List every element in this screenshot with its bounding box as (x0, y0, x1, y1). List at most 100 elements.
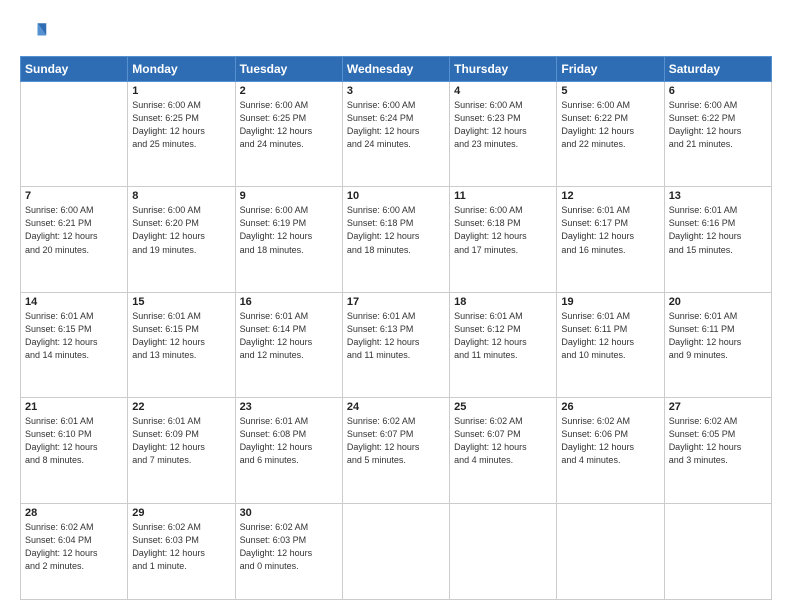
cell-details: Sunrise: 6:02 AMSunset: 6:07 PMDaylight:… (454, 415, 552, 467)
calendar-cell: 6 Sunrise: 6:00 AMSunset: 6:22 PMDaylight… (664, 82, 771, 187)
cell-details: Sunrise: 6:00 AMSunset: 6:21 PMDaylight:… (25, 204, 123, 256)
calendar-cell: 3Sunrise: 6:00 AMSunset: 6:24 PMDaylight… (342, 82, 449, 187)
cell-details: Sunrise: 6:01 AMSunset: 6:15 PMDaylight:… (132, 310, 230, 362)
weekday-header-tuesday: Tuesday (235, 57, 342, 82)
cell-details: Sunrise: 6:01 AMSunset: 6:11 PMDaylight:… (669, 310, 767, 362)
day-number: 22 (132, 401, 230, 413)
day-number: 17 (347, 296, 445, 308)
day-number: 21 (25, 401, 123, 413)
weekday-header-saturday: Saturday (664, 57, 771, 82)
day-number: 18 (454, 296, 552, 308)
calendar-cell: 29 Sunrise: 6:02 AMSunset: 6:03 PMDayligh… (128, 503, 235, 599)
calendar-cell: 11Sunrise: 6:00 AMSunset: 6:18 PMDayligh… (450, 187, 557, 292)
cell-details: Sunrise: 6:02 AMSunset: 6:06 PMDaylight:… (561, 415, 659, 467)
day-number: 23 (240, 401, 338, 413)
weekday-header-sunday: Sunday (21, 57, 128, 82)
day-number: 19 (561, 296, 659, 308)
calendar-cell: 26 Sunrise: 6:02 AMSunset: 6:06 PMDayligh… (557, 398, 664, 503)
cell-details: Sunrise: 6:01 AMSunset: 6:17 PMDaylight:… (561, 204, 659, 256)
calendar-cell: 13 Sunrise: 6:01 AMSunset: 6:16 PMDayligh… (664, 187, 771, 292)
calendar-cell (664, 503, 771, 599)
day-number: 30 (240, 507, 338, 519)
cell-details: Sunrise: 6:02 AMSunset: 6:03 PMDaylight:… (132, 521, 230, 573)
cell-details: Sunrise: 6:02 AMSunset: 6:05 PMDaylight:… (669, 415, 767, 467)
calendar-cell: 5Sunrise: 6:00 AMSunset: 6:22 PMDaylight… (557, 82, 664, 187)
calendar-cell: 2 Sunrise: 6:00 AMSunset: 6:25 PMDaylight… (235, 82, 342, 187)
calendar-cell (557, 503, 664, 599)
cell-details: Sunrise: 6:00 AMSunset: 6:19 PMDaylight:… (240, 204, 338, 256)
cell-details: Sunrise: 6:02 AMSunset: 6:04 PMDaylight:… (25, 521, 123, 573)
header (20, 18, 772, 46)
cell-details: Sunrise: 6:00 AMSunset: 6:18 PMDaylight:… (347, 204, 445, 256)
day-number: 4 (454, 85, 552, 97)
day-number: 11 (454, 190, 552, 202)
day-number: 8 (132, 190, 230, 202)
day-number: 6 (669, 85, 767, 97)
cell-details: Sunrise: 6:02 AMSunset: 6:03 PMDaylight:… (240, 521, 338, 573)
day-number: 24 (347, 401, 445, 413)
cell-details: Sunrise: 6:00 AMSunset: 6:25 PMDaylight:… (240, 99, 338, 151)
logo-icon (20, 18, 48, 46)
cell-details: Sunrise: 6:00 AMSunset: 6:23 PMDaylight:… (454, 99, 552, 151)
week-row-1: 7 Sunrise: 6:00 AMSunset: 6:21 PMDaylight… (21, 187, 772, 292)
calendar-cell (342, 503, 449, 599)
week-row-4: 28 Sunrise: 6:02 AMSunset: 6:04 PMDayligh… (21, 503, 772, 599)
cell-details: Sunrise: 6:01 AMSunset: 6:16 PMDaylight:… (669, 204, 767, 256)
cell-details: Sunrise: 6:00 AMSunset: 6:20 PMDaylight:… (132, 204, 230, 256)
day-number: 5 (561, 85, 659, 97)
day-number: 12 (561, 190, 659, 202)
calendar-cell: 27Sunrise: 6:02 AMSunset: 6:05 PMDayligh… (664, 398, 771, 503)
calendar-cell: 28 Sunrise: 6:02 AMSunset: 6:04 PMDayligh… (21, 503, 128, 599)
calendar-cell: 4 Sunrise: 6:00 AMSunset: 6:23 PMDaylight… (450, 82, 557, 187)
calendar-cell: 16Sunrise: 6:01 AMSunset: 6:14 PMDayligh… (235, 292, 342, 397)
day-number: 7 (25, 190, 123, 202)
calendar-cell: 12 Sunrise: 6:01 AMSunset: 6:17 PMDayligh… (557, 187, 664, 292)
day-number: 13 (669, 190, 767, 202)
calendar-cell: 21 Sunrise: 6:01 AMSunset: 6:10 PMDayligh… (21, 398, 128, 503)
calendar-cell: 30 Sunrise: 6:02 AMSunset: 6:03 PMDayligh… (235, 503, 342, 599)
day-number: 9 (240, 190, 338, 202)
day-number: 28 (25, 507, 123, 519)
day-number: 3 (347, 85, 445, 97)
cell-details: Sunrise: 6:01 AMSunset: 6:10 PMDaylight:… (25, 415, 123, 467)
day-number: 1 (132, 85, 230, 97)
cell-details: Sunrise: 6:01 AMSunset: 6:09 PMDaylight:… (132, 415, 230, 467)
calendar-cell: 17 Sunrise: 6:01 AMSunset: 6:13 PMDayligh… (342, 292, 449, 397)
calendar-cell: 8 Sunrise: 6:00 AMSunset: 6:20 PMDaylight… (128, 187, 235, 292)
calendar-cell: 19 Sunrise: 6:01 AMSunset: 6:11 PMDayligh… (557, 292, 664, 397)
calendar-cell: 25 Sunrise: 6:02 AMSunset: 6:07 PMDayligh… (450, 398, 557, 503)
calendar-table: SundayMondayTuesdayWednesdayThursdayFrid… (20, 56, 772, 600)
calendar-cell: 1 Sunrise: 6:00 AMSunset: 6:25 PMDaylight… (128, 82, 235, 187)
calendar-cell: 24 Sunrise: 6:02 AMSunset: 6:07 PMDayligh… (342, 398, 449, 503)
cell-details: Sunrise: 6:00 AMSunset: 6:22 PMDaylight:… (669, 99, 767, 151)
calendar-cell (450, 503, 557, 599)
page: SundayMondayTuesdayWednesdayThursdayFrid… (0, 0, 792, 612)
weekday-header-friday: Friday (557, 57, 664, 82)
weekday-header-thursday: Thursday (450, 57, 557, 82)
calendar-cell: 22 Sunrise: 6:01 AMSunset: 6:09 PMDayligh… (128, 398, 235, 503)
calendar-cell: 7 Sunrise: 6:00 AMSunset: 6:21 PMDaylight… (21, 187, 128, 292)
day-number: 16 (240, 296, 338, 308)
day-number: 20 (669, 296, 767, 308)
logo (20, 18, 52, 46)
day-number: 10 (347, 190, 445, 202)
cell-details: Sunrise: 6:01 AMSunset: 6:08 PMDaylight:… (240, 415, 338, 467)
calendar-cell: 15Sunrise: 6:01 AMSunset: 6:15 PMDayligh… (128, 292, 235, 397)
calendar-cell: 18Sunrise: 6:01 AMSunset: 6:12 PMDayligh… (450, 292, 557, 397)
cell-details: Sunrise: 6:01 AMSunset: 6:13 PMDaylight:… (347, 310, 445, 362)
day-number: 25 (454, 401, 552, 413)
day-number: 26 (561, 401, 659, 413)
cell-details: Sunrise: 6:01 AMSunset: 6:15 PMDaylight:… (25, 310, 123, 362)
weekday-header-row: SundayMondayTuesdayWednesdayThursdayFrid… (21, 57, 772, 82)
week-row-0: 1 Sunrise: 6:00 AMSunset: 6:25 PMDaylight… (21, 82, 772, 187)
calendar-cell: 20 Sunrise: 6:01 AMSunset: 6:11 PMDayligh… (664, 292, 771, 397)
cell-details: Sunrise: 6:01 AMSunset: 6:11 PMDaylight:… (561, 310, 659, 362)
weekday-header-monday: Monday (128, 57, 235, 82)
calendar-cell: 10 Sunrise: 6:00 AMSunset: 6:18 PMDayligh… (342, 187, 449, 292)
week-row-2: 14Sunrise: 6:01 AMSunset: 6:15 PMDayligh… (21, 292, 772, 397)
day-number: 2 (240, 85, 338, 97)
day-number: 29 (132, 507, 230, 519)
cell-details: Sunrise: 6:02 AMSunset: 6:07 PMDaylight:… (347, 415, 445, 467)
weekday-header-wednesday: Wednesday (342, 57, 449, 82)
cell-details: Sunrise: 6:00 AMSunset: 6:25 PMDaylight:… (132, 99, 230, 151)
